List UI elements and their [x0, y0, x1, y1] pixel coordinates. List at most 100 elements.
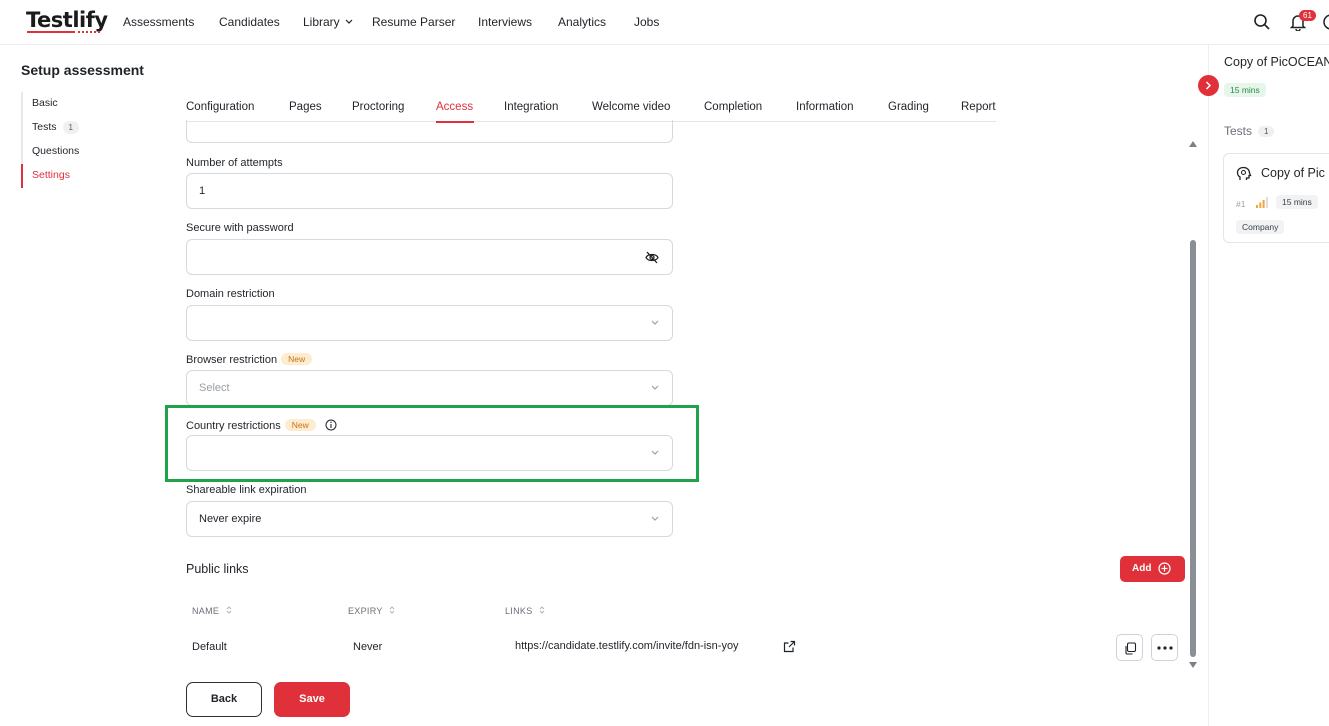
tab-completion[interactable]: Completion — [704, 101, 762, 113]
attempts-label: Number of attempts — [186, 157, 283, 169]
chevron-right-icon — [1205, 81, 1212, 90]
column-header-expiry[interactable]: EXPIRY — [348, 605, 395, 616]
nav-library-label: Library — [303, 15, 340, 29]
profile-icon[interactable] — [1322, 13, 1329, 31]
new-badge: New — [281, 353, 313, 365]
password-input[interactable] — [186, 239, 673, 275]
nav-library[interactable]: Library — [303, 15, 353, 29]
step-label: Questions — [32, 145, 80, 157]
search-icon[interactable] — [1253, 13, 1271, 31]
tab-pages[interactable]: Pages — [289, 101, 322, 113]
column-header-label: EXPIRY — [348, 606, 383, 616]
logo[interactable]: Testlify — [26, 8, 108, 32]
page-title: Setup assessment — [21, 62, 144, 78]
step-label: Tests — [32, 121, 57, 133]
link-name-cell: Default — [192, 641, 227, 653]
column-header-name[interactable]: NAME — [192, 605, 232, 616]
sort-icon — [389, 606, 395, 614]
scroll-down-arrow[interactable] — [1189, 662, 1197, 668]
notification-count-badge: 61 — [1299, 10, 1316, 21]
tab-report[interactable]: Report — [961, 101, 996, 113]
eye-off-icon[interactable] — [645, 251, 659, 264]
nav-candidates[interactable]: Candidates — [219, 15, 280, 29]
nav-assessments[interactable]: Assessments — [123, 15, 194, 29]
scroll-up-arrow[interactable] — [1189, 141, 1197, 147]
scrolled-field-bottom — [186, 120, 673, 143]
sort-icon — [539, 606, 545, 614]
step-label: Basic — [32, 97, 58, 109]
browser-placeholder: Select — [199, 382, 230, 394]
chevron-down-icon — [651, 320, 659, 325]
tab-information[interactable]: Information — [796, 101, 854, 113]
test-card-duration: 15 mins — [1276, 195, 1318, 209]
right-panel-divider — [1208, 45, 1209, 726]
copy-icon — [1125, 642, 1137, 655]
add-link-button[interactable]: Add — [1120, 556, 1185, 582]
settings-tabs: Configuration Pages Proctoring Access In… — [186, 92, 996, 122]
nav-analytics[interactable]: Analytics — [558, 15, 606, 29]
tab-access[interactable]: Access — [436, 101, 473, 113]
more-horizontal-icon — [1157, 646, 1173, 650]
collapse-panel-button[interactable] — [1198, 75, 1219, 96]
copy-link-button[interactable] — [1116, 634, 1143, 661]
column-header-label: LINKS — [505, 606, 533, 616]
test-card-title: Copy of Pic — [1261, 166, 1325, 180]
duration-badge: 15 mins — [1224, 83, 1266, 97]
tests-heading: Tests 1 — [1224, 124, 1275, 138]
add-button-label: Add — [1132, 563, 1152, 574]
step-tests[interactable]: Tests 1 — [21, 116, 151, 140]
nav-divider — [0, 44, 1329, 45]
highlight-box — [165, 405, 699, 482]
scrollbar-thumb[interactable] — [1190, 240, 1196, 657]
browser-label-text: Browser restriction — [186, 354, 278, 366]
public-links-title: Public links — [186, 562, 249, 576]
tests-heading-label: Tests — [1224, 124, 1253, 138]
expiration-label: Shareable link expiration — [186, 484, 307, 496]
chevron-down-icon — [345, 19, 353, 24]
column-header-label: NAME — [192, 606, 220, 616]
expiration-value: Never expire — [199, 513, 262, 525]
test-card-tag: Company — [1236, 220, 1285, 234]
step-label: Settings — [32, 169, 70, 181]
link-expiry-cell: Never — [353, 641, 383, 653]
plus-circle-icon — [1158, 562, 1171, 575]
top-nav: Testlify Assessments Candidates Library … — [0, 0, 1329, 44]
assessment-name: Copy of PicOCEAN — [1224, 55, 1329, 69]
link-url-cell[interactable]: https://candidate.testlify.com/invite/fd… — [515, 640, 739, 652]
tests-count-badge: 1 — [62, 121, 79, 134]
save-button[interactable]: Save — [274, 682, 350, 717]
logo-dots — [78, 31, 100, 33]
back-button[interactable]: Back — [186, 682, 262, 717]
domain-select[interactable] — [186, 305, 673, 341]
test-card-number: #1 — [1236, 199, 1246, 209]
test-card[interactable]: Copy of Pic #1 15 mins Company — [1223, 153, 1329, 243]
step-questions[interactable]: Questions — [21, 140, 151, 164]
nav-interviews[interactable]: Interviews — [478, 15, 532, 29]
tab-configuration[interactable]: Configuration — [186, 101, 254, 113]
tests-count-badge: 1 — [1258, 126, 1275, 137]
tab-proctoring[interactable]: Proctoring — [352, 101, 404, 113]
step-settings[interactable]: Settings — [21, 164, 151, 188]
tab-welcome-video[interactable]: Welcome video — [592, 101, 670, 113]
attempts-input[interactable]: 1 — [186, 173, 673, 209]
tab-integration[interactable]: Integration — [504, 101, 558, 113]
nav-resume-parser[interactable]: Resume Parser — [372, 15, 455, 29]
step-basic[interactable]: Basic — [21, 92, 151, 116]
browser-label: Browser restriction New — [186, 353, 313, 366]
password-label: Secure with password — [186, 222, 294, 234]
external-link-icon[interactable] — [783, 640, 796, 653]
column-header-links[interactable]: LINKS — [505, 605, 545, 616]
nav-jobs[interactable]: Jobs — [634, 15, 659, 29]
difficulty-bars-icon — [1256, 197, 1268, 208]
sort-icon — [226, 606, 232, 614]
chevron-down-icon — [651, 516, 659, 521]
brain-head-icon — [1236, 166, 1252, 180]
domain-label: Domain restriction — [186, 288, 275, 300]
browser-select[interactable]: Select — [186, 370, 673, 406]
logo-underline — [27, 31, 75, 33]
chevron-down-icon — [651, 385, 659, 390]
setup-stepper: Basic Tests 1 Questions Settings — [21, 92, 151, 188]
more-options-button[interactable] — [1151, 634, 1178, 661]
expiration-select[interactable]: Never expire — [186, 501, 673, 537]
tab-grading[interactable]: Grading — [888, 101, 929, 113]
